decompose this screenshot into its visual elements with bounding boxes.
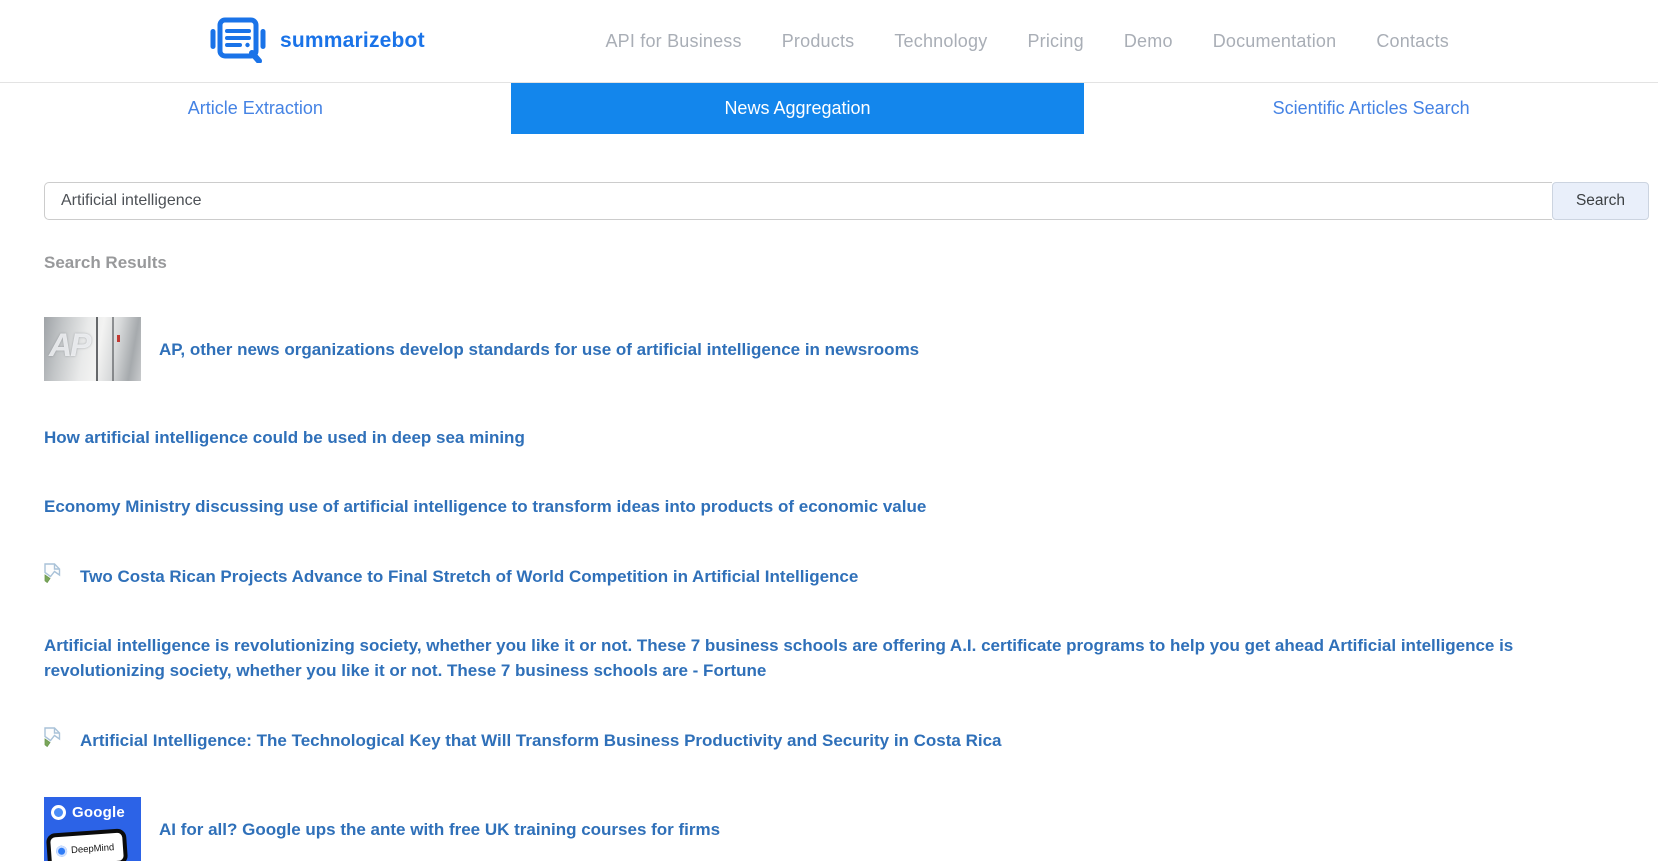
result-thumbnail-ap-office[interactable]: AP	[44, 317, 141, 381]
results-heading: Search Results	[44, 253, 167, 272]
broken-image-icon[interactable]	[44, 727, 61, 753]
tab-scientific-articles-search[interactable]: Scientific Articles Search	[1084, 83, 1658, 134]
nav-item-documentation[interactable]: Documentation	[1213, 31, 1337, 52]
nav-item-api-for-business[interactable]: API for Business	[605, 31, 741, 52]
tab-news-aggregation[interactable]: News Aggregation	[510, 83, 1085, 134]
broken-image-icon[interactable]	[44, 563, 61, 589]
search-bar: Search	[44, 182, 1649, 220]
result-link[interactable]: How artificial intelligence could be use…	[44, 425, 525, 450]
google-logo-circle-icon	[51, 805, 66, 820]
result-row: Google DeepMind AI for all? Google ups the…	[44, 797, 1614, 861]
nav-item-products[interactable]: Products	[782, 31, 855, 52]
deepmind-wordmark: DeepMind	[70, 841, 115, 856]
result-link[interactable]: Economy Ministry discussing use of artif…	[44, 494, 926, 519]
ap-letters: AP	[49, 327, 91, 363]
nav-item-contacts[interactable]: Contacts	[1376, 31, 1449, 52]
tab-article-extraction[interactable]: Article Extraction	[0, 83, 511, 134]
result-link[interactable]: Two Costa Rican Projects Advance to Fina…	[80, 564, 858, 589]
result-row: AP AP, other news organizations develop s…	[44, 317, 1614, 381]
results-list: AP AP, other news organizations develop s…	[44, 317, 1614, 861]
exit-sign-detail	[117, 335, 120, 342]
result-link[interactable]: AP, other news organizations develop sta…	[159, 337, 919, 362]
summarizebot-logo-icon	[209, 15, 267, 68]
main-nav: API for Business Products Technology Pri…	[605, 31, 1449, 52]
nav-item-demo[interactable]: Demo	[1124, 31, 1173, 52]
result-link[interactable]: Artificial Intelligence: The Technologic…	[80, 728, 1002, 753]
nav-item-technology[interactable]: Technology	[894, 31, 987, 52]
result-thumbnail-google-deepmind[interactable]: Google DeepMind	[44, 797, 141, 861]
result-link[interactable]: Artificial intelligence is revolutionizi…	[44, 633, 1614, 683]
result-row: Two Costa Rican Projects Advance to Fina…	[44, 563, 1614, 589]
search-button[interactable]: Search	[1552, 182, 1649, 220]
deepmind-logo-circle-icon	[55, 844, 68, 857]
feature-tabs: Article Extraction News Aggregation Scie…	[0, 82, 1658, 134]
search-input[interactable]	[44, 182, 1552, 220]
nav-item-pricing[interactable]: Pricing	[1027, 31, 1083, 52]
app-header: summarizebot API for Business Products T…	[0, 0, 1658, 82]
brand-logo[interactable]: summarizebot	[209, 15, 425, 68]
brand-name: summarizebot	[280, 29, 425, 52]
result-link[interactable]: AI for all? Google ups the ante with fre…	[159, 817, 720, 842]
result-row: How artificial intelligence could be use…	[44, 425, 1614, 450]
google-wordmark: Google	[72, 804, 125, 821]
result-row: Artificial intelligence is revolutionizi…	[44, 633, 1614, 683]
result-row: Economy Ministry discussing use of artif…	[44, 494, 1614, 519]
result-row: Artificial Intelligence: The Technologic…	[44, 727, 1614, 753]
